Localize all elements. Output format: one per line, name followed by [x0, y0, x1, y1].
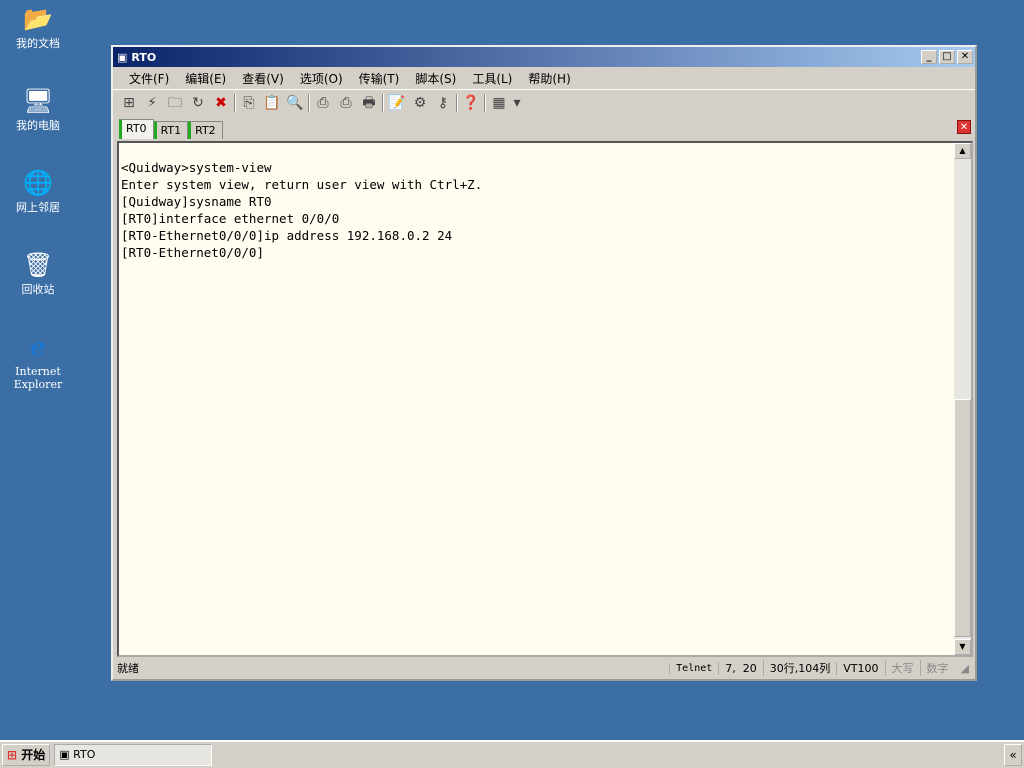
windows-logo-icon: ⊞ — [7, 748, 18, 762]
separator — [234, 93, 236, 112]
separator — [308, 93, 310, 112]
toolbar: ⊞ ⚡ 🗀 ↻ ✖ ⎘ 📋 🔍 ⎙ ⎙ 🖶 📝 ⚙ ⚷ ❓ ▦ ▾ — [113, 89, 975, 115]
desktop-icon-my-computer[interactable]: 🖥 我的电脑 — [4, 86, 72, 132]
resize-grip-icon[interactable]: ◢ — [955, 662, 975, 675]
desktop-icon-network[interactable]: 🌐 网上邻居 — [4, 168, 72, 214]
terminal-line: Enter system view, return user view with… — [121, 177, 483, 192]
menu-edit[interactable]: 编辑(E) — [177, 70, 234, 87]
app-icon: ▣ — [117, 50, 128, 64]
taskbar-item-rto[interactable]: ▣ RTO — [54, 744, 213, 766]
network-icon: 🌐 — [23, 169, 53, 197]
separator — [456, 93, 458, 112]
paste-icon[interactable]: 📋 — [262, 93, 282, 113]
close-tab-icon[interactable]: ✕ — [957, 120, 971, 134]
desktop-icon-ie[interactable]: e Internet Explorer — [4, 332, 72, 391]
status-emulation: VT100 — [836, 661, 884, 675]
menu-help[interactable]: 帮助(H) — [520, 70, 578, 87]
tray-expand-button[interactable]: « — [1004, 744, 1022, 766]
status-caps: 大写 — [884, 660, 920, 676]
find-icon[interactable]: 🔍 — [285, 93, 305, 113]
tab-rt1[interactable]: RT1 — [153, 121, 189, 139]
computer-icon: 🖥 — [23, 87, 54, 115]
menu-tools[interactable]: 工具(L) — [464, 70, 520, 87]
terminal-line: [Quidway]sysname RT0 — [121, 194, 272, 209]
copy-icon[interactable]: ⎘ — [239, 93, 259, 113]
terminal-area[interactable]: <Quidway>system-view Enter system view, r… — [117, 141, 973, 657]
print-selection-icon[interactable]: ⎙ — [336, 93, 356, 113]
scroll-up-icon[interactable]: ▲ — [954, 143, 971, 159]
connect-icon[interactable]: ⊞ — [119, 93, 139, 113]
connect-tab-icon[interactable]: 🗀 — [165, 93, 185, 113]
ie-icon: e — [30, 332, 46, 361]
quick-connect-icon[interactable]: ⚡ — [142, 93, 162, 113]
keymap-icon[interactable]: ▦ — [489, 93, 509, 113]
tab-rt2[interactable]: RT2 — [188, 121, 223, 139]
status-ready: 就绪 — [117, 662, 139, 675]
terminal-line: [RT0-Ethernet0/0/0] — [121, 245, 264, 260]
status-bar: 就绪 Telnet 7, 20 30行,104列 VT100 大写 数字 ◢ — [113, 657, 975, 679]
terminal-line: [RT0]interface ethernet 0/0/0 — [121, 211, 340, 226]
status-cursor: 7, 20 — [718, 661, 763, 675]
minimize-button[interactable]: _ — [921, 50, 937, 64]
folder-icon: 📂 — [23, 5, 53, 33]
status-num: 数字 — [919, 660, 955, 676]
global-options-icon[interactable]: ⚙ — [410, 93, 430, 113]
vertical-scrollbar[interactable]: ▲ ▼ — [954, 143, 971, 655]
menu-view[interactable]: 查看(V) — [234, 70, 292, 87]
window-title: RTO — [131, 50, 157, 64]
menu-script[interactable]: 脚本(S) — [407, 70, 464, 87]
desktop-icon-my-documents[interactable]: 📂 我的文档 — [4, 4, 72, 50]
desktop-icon-recycle-bin[interactable]: 🗑 回收站 — [4, 250, 72, 296]
separator — [484, 93, 486, 112]
key-icon[interactable]: ⚷ — [433, 93, 453, 113]
close-button[interactable]: ✕ — [957, 50, 973, 64]
help-icon[interactable]: ❓ — [461, 93, 481, 113]
app-icon: ▣ — [59, 748, 70, 761]
tab-rt0[interactable]: RT0 — [119, 119, 154, 139]
terminal-line: [RT0-Ethernet0/0/0]ip address 192.168.0.… — [121, 228, 453, 243]
menu-bar: 文件(F) 编辑(E) 查看(V) 选项(O) 传输(T) 脚本(S) 工具(L… — [113, 67, 975, 89]
session-tabs: RT0 RT1 RT2 ✕ — [113, 115, 975, 139]
taskbar: ⊞ 开始 ▣ RTO « — [0, 740, 1024, 768]
start-button[interactable]: ⊞ 开始 — [2, 744, 51, 766]
session-options-icon[interactable]: 📝 — [387, 93, 407, 113]
reconnect-icon[interactable]: ↻ — [188, 93, 208, 113]
scroll-down-icon[interactable]: ▼ — [954, 639, 971, 655]
menu-options[interactable]: 选项(O) — [292, 70, 351, 87]
status-protocol: Telnet — [669, 662, 718, 674]
toolbar-overflow-icon[interactable]: ▾ — [512, 93, 522, 113]
printer-icon[interactable]: 🖶 — [359, 93, 379, 113]
print-icon[interactable]: ⎙ — [313, 93, 333, 113]
separator — [382, 93, 384, 112]
disconnect-icon[interactable]: ✖ — [211, 93, 231, 113]
title-bar[interactable]: ▣ RTO _ □ ✕ — [113, 47, 975, 67]
terminal-line: <Quidway>system-view — [121, 160, 272, 175]
recycle-bin-icon: 🗑 — [23, 251, 54, 279]
maximize-button[interactable]: □ — [939, 50, 955, 64]
scrollbar-thumb[interactable] — [954, 399, 971, 637]
status-size: 30行,104列 — [762, 660, 837, 676]
menu-file[interactable]: 文件(F) — [121, 70, 177, 87]
terminal-window: ▣ RTO _ □ ✕ 文件(F) 编辑(E) 查看(V) 选项(O) 传输(T) … — [111, 45, 977, 681]
menu-transfer[interactable]: 传输(T) — [351, 70, 408, 87]
